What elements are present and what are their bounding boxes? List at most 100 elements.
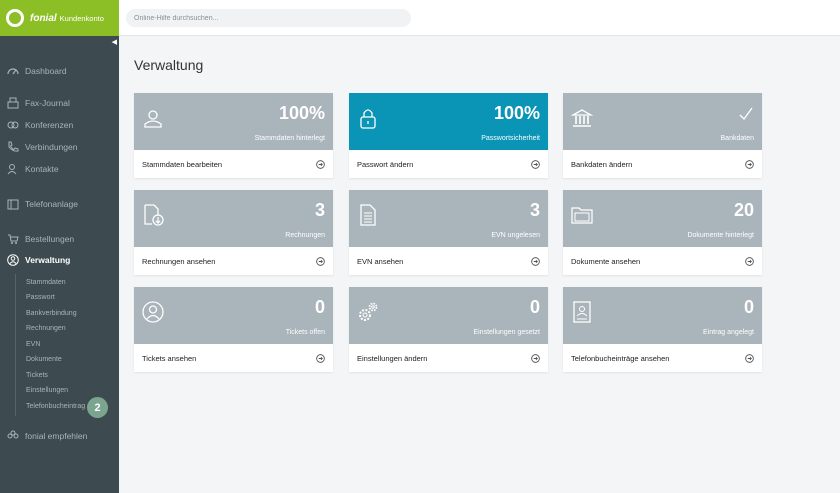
support-icon — [142, 301, 164, 323]
card-caption: Dokumente hinterlegt — [687, 232, 754, 239]
card-caption: Rechnungen — [285, 232, 325, 239]
admin-user-icon — [7, 254, 19, 266]
page-title: Verwaltung — [134, 57, 204, 73]
nav-kontakte[interactable]: Kontakte — [0, 160, 119, 178]
nav-verbindungen-label: Verbindungen — [25, 142, 78, 152]
card-value: 0 — [529, 297, 540, 317]
top-bar — [119, 0, 840, 36]
brand-sub: Kundenkonto — [59, 13, 104, 23]
card-value: 100% — [493, 103, 540, 123]
phone-system-icon — [7, 199, 19, 210]
gears-icon — [359, 302, 378, 321]
collapse-sidebar-icon[interactable]: ◀ — [112, 38, 117, 46]
subnav-telefonbucheintrag[interactable]: Telefonbucheintrag — [26, 403, 85, 410]
nav-verwaltung[interactable]: Verwaltung — [0, 251, 119, 269]
lock-icon — [360, 109, 376, 129]
card-stammdaten: 100% Stammdaten hinterlegt Stammdaten be… — [134, 93, 333, 178]
nav-fax-label: Fax-Journal — [25, 98, 70, 108]
nav-telefonanlage-label: Telefonanlage — [25, 199, 78, 209]
card-caption: Tickets offen — [285, 329, 325, 336]
card-action-label: Telefonbucheinträge ansehen — [571, 353, 670, 363]
card-rechnungen: 3 Rechnungen Rechnungen ansehen — [134, 190, 333, 275]
card-caption: EVN ungelesen — [491, 232, 540, 239]
user-icon — [144, 110, 162, 128]
nav-verbindungen[interactable]: Verbindungen — [0, 138, 119, 156]
document-icon — [360, 204, 376, 226]
nav-empfehlen-label: fonial empfehlen — [25, 431, 88, 441]
invoice-download-icon — [144, 204, 164, 226]
nav-konferenzen[interactable]: Konferenzen — [0, 116, 119, 134]
card-caption: Passwortsicherheit — [481, 135, 540, 142]
dokumente-ansehen-link[interactable]: Dokumente ansehen — [563, 247, 762, 275]
card-value: 0 — [314, 297, 325, 317]
arrow-circle-icon — [531, 159, 540, 169]
folder-icon — [571, 207, 593, 224]
nav-verwaltung-label: Verwaltung — [25, 255, 71, 265]
card-dokumente: 20 Dokumente hinterlegt Dokumente ansehe… — [563, 190, 762, 275]
arrow-circle-icon — [531, 256, 540, 266]
telefonbucheintraege-ansehen-link[interactable]: Telefonbucheinträge ansehen — [563, 344, 762, 372]
card-action-label: Stammdaten bearbeiten — [142, 159, 223, 169]
check-icon — [739, 107, 753, 120]
nav-konferenzen-label: Konferenzen — [25, 120, 74, 130]
dashboard-icon — [7, 68, 19, 75]
arrow-circle-icon — [316, 159, 325, 169]
contacts-icon — [7, 164, 17, 175]
card-caption: Bankdaten — [720, 135, 754, 142]
card-caption: Stammdaten hinterlegt — [254, 135, 325, 142]
card-value: 100% — [278, 103, 325, 123]
phone-icon — [8, 141, 19, 152]
card-action-label: Einstellungen ändern — [357, 353, 428, 363]
arrow-circle-icon — [745, 256, 754, 266]
logo-circle-icon — [6, 9, 24, 27]
subnav-einstellungen[interactable]: Einstellungen — [26, 387, 68, 394]
brand-name: fonial — [30, 12, 57, 24]
card-action-label: EVN ansehen — [357, 256, 404, 266]
subnav-tickets[interactable]: Tickets — [26, 372, 48, 379]
subnav-evn[interactable]: EVN — [26, 341, 40, 348]
card-caption: Einstellungen gesetzt — [473, 329, 540, 336]
subnav-rechnungen[interactable]: Rechnungen — [26, 325, 66, 332]
search-input[interactable] — [126, 9, 411, 27]
card-bankdaten: Bankdaten Bankdaten ändern — [563, 93, 762, 178]
subnav-dokumente[interactable]: Dokumente — [26, 356, 62, 363]
recommend-icon — [7, 430, 19, 439]
card-telefonbuch: 0 Eintrag angelegt Telefonbucheinträge a… — [563, 287, 762, 372]
bankdaten-aendern-link[interactable]: Bankdaten ändern — [563, 150, 762, 178]
arrow-circle-icon — [745, 159, 754, 169]
card-value: 3 — [314, 200, 325, 220]
logo[interactable]: fonial Kundenkonto — [0, 0, 119, 36]
card-einstellungen: 0 Einstellungen gesetzt Einstellungen än… — [349, 287, 548, 372]
passwort-aendern-link[interactable]: Passwort ändern — [349, 150, 548, 178]
card-action-label: Passwort ändern — [357, 159, 414, 169]
card-evn: 3 EVN ungelesen EVN ansehen — [349, 190, 548, 275]
card-action-label: Tickets ansehen — [142, 353, 197, 363]
subnav-passwort[interactable]: Passwort — [26, 294, 55, 301]
card-value: 3 — [529, 200, 540, 220]
nav-dashboard-label: Dashboard — [25, 66, 67, 76]
subnav-bankverbindung[interactable]: Bankverbindung — [26, 310, 77, 317]
nav-bestellungen-label: Bestellungen — [25, 234, 75, 244]
nav-fonial-empfehlen[interactable]: fonial empfehlen — [0, 427, 119, 445]
einstellungen-aendern-link[interactable]: Einstellungen ändern — [349, 344, 548, 372]
step-badge: 2 — [87, 397, 108, 418]
nav-fax-journal[interactable]: Fax-Journal — [0, 94, 119, 112]
card-value: 20 — [733, 200, 754, 220]
card-value: 0 — [743, 297, 754, 317]
arrow-circle-icon — [316, 256, 325, 266]
subnav-stammdaten[interactable]: Stammdaten — [26, 279, 66, 286]
evn-ansehen-link[interactable]: EVN ansehen — [349, 247, 548, 275]
stammdaten-bearbeiten-link[interactable]: Stammdaten bearbeiten — [134, 150, 333, 178]
nav-bestellungen[interactable]: Bestellungen — [0, 230, 119, 248]
card-action-label: Dokumente ansehen — [571, 256, 641, 266]
card-tickets: 0 Tickets offen Tickets ansehen — [134, 287, 333, 372]
subnav-divider — [15, 274, 16, 416]
sidebar: fonial Kundenkonto ◀ Dashboard Fax-Journa… — [0, 0, 119, 493]
rechnungen-ansehen-link[interactable]: Rechnungen ansehen — [134, 247, 333, 275]
fax-icon — [7, 97, 19, 109]
nav-kontakte-label: Kontakte — [25, 164, 59, 174]
tickets-ansehen-link[interactable]: Tickets ansehen — [134, 344, 333, 372]
nav-dashboard[interactable]: Dashboard — [0, 62, 119, 80]
nav-telefonanlage[interactable]: Telefonanlage — [0, 195, 119, 213]
arrow-circle-icon — [316, 353, 325, 363]
